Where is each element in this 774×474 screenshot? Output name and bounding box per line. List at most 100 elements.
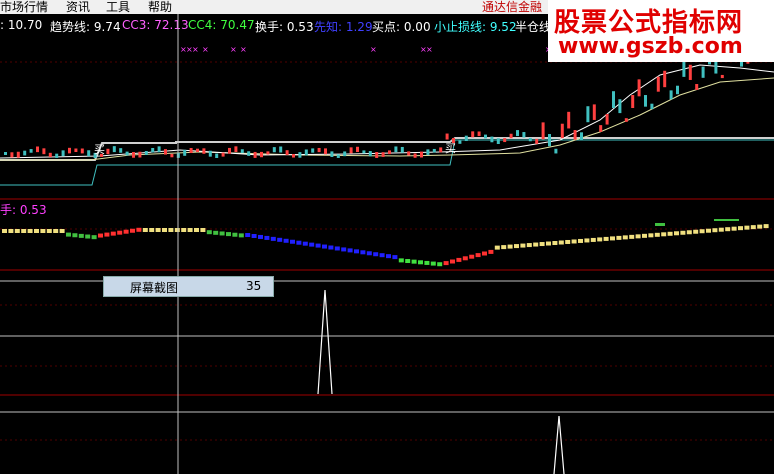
turnover-dot [725,227,731,232]
candlestick [477,131,481,137]
turnover-dot [437,262,443,267]
candlestick [496,138,500,144]
turnover-dot [200,228,206,232]
turnover-dot [110,231,116,236]
candlestick [714,60,718,74]
turnover-dot [187,228,193,232]
candlestick [413,153,417,158]
signal-x-marker: × [426,45,433,54]
candlestick [151,148,155,153]
candlestick [400,146,404,153]
candlestick [157,146,161,153]
candlestick [554,148,558,154]
candlestick [356,146,359,153]
candlestick [183,149,187,156]
candlestick [388,150,391,155]
turnover-dot [322,244,327,249]
turnover-dot [469,254,475,259]
candlestick [304,149,308,156]
turnover-dot [2,229,7,233]
turnover-dot [501,245,507,250]
turnover-dot [482,251,487,256]
turnover-dot [213,230,219,235]
turnover-dot [546,241,551,246]
candlestick [298,152,302,158]
turnover-dot [565,239,571,244]
turnover-dot [162,228,167,232]
candlestick [599,125,603,132]
turnover-dot [270,236,276,241]
candlestick [637,79,641,97]
candlestick [48,152,52,157]
candlestick [10,152,14,158]
candlestick [240,149,244,154]
turnover-dot [597,237,603,242]
panel-dividers [0,61,774,441]
turnover-dot [405,259,411,264]
turnover-dot [539,242,545,247]
candlestick [516,130,519,137]
turnover-dot [424,260,430,265]
turnover-dot [686,230,692,235]
candlestick [4,152,7,155]
candlestick [336,154,340,158]
turnover-dot [354,249,359,254]
candlestick [247,151,251,156]
signal-x-marker: × [192,45,199,54]
chart-canvas[interactable]: ×××××××××× 买 买 [0,0,774,474]
turnover-dot [514,244,519,249]
candlestick [106,148,110,155]
turnover-dot [654,232,660,237]
candlestick [164,149,167,155]
candlestick [362,150,366,154]
turnover-dot [494,245,500,250]
turnover-dot [232,232,238,237]
turnover-dot [91,235,97,240]
turnover-dot [85,234,91,239]
turnover-dot [149,228,155,232]
turnover-sub-panel [2,219,769,267]
turnover-dot [392,255,398,260]
candlestick [445,133,449,140]
candlestick [144,150,148,155]
candlestick [612,91,615,109]
candlestick [285,150,289,156]
turnover-dot [462,256,468,261]
turnover-dot [552,241,558,246]
candlestick [509,133,513,139]
signal-spike-panels [317,289,565,474]
turnover-dot [763,224,769,229]
turnover-dot [661,232,667,237]
candlestick [292,154,295,158]
candlestick [426,149,430,155]
turnover-dot [738,226,743,231]
candlestick [458,140,462,144]
turnover-dot [117,230,123,235]
candlestick [112,146,116,153]
turnover-dot [757,224,763,229]
candlestick [624,118,628,122]
turnover-dot [642,233,647,238]
candlestick [522,132,526,138]
turnover-dot [59,229,65,233]
turnover-dot [456,257,462,262]
turnover-dot [104,232,110,237]
turnover-dot [507,244,513,249]
candlestick [202,148,206,154]
candlestick [55,153,59,158]
candlestick [170,153,174,158]
candlestick [196,148,199,153]
candlestick [324,148,327,155]
candlestick [80,148,84,154]
turnover-dot [475,253,481,258]
turnover-dot [648,233,654,238]
candlestick [189,148,193,154]
buy-signal-marker: 买 [445,142,456,155]
candlestick [580,132,583,141]
candlestick [695,84,699,90]
candlestick [311,148,315,153]
turnover-dot [655,223,665,226]
turnover-dot [360,250,366,255]
turnover-dot [590,237,596,242]
turnover-dot [53,229,59,233]
